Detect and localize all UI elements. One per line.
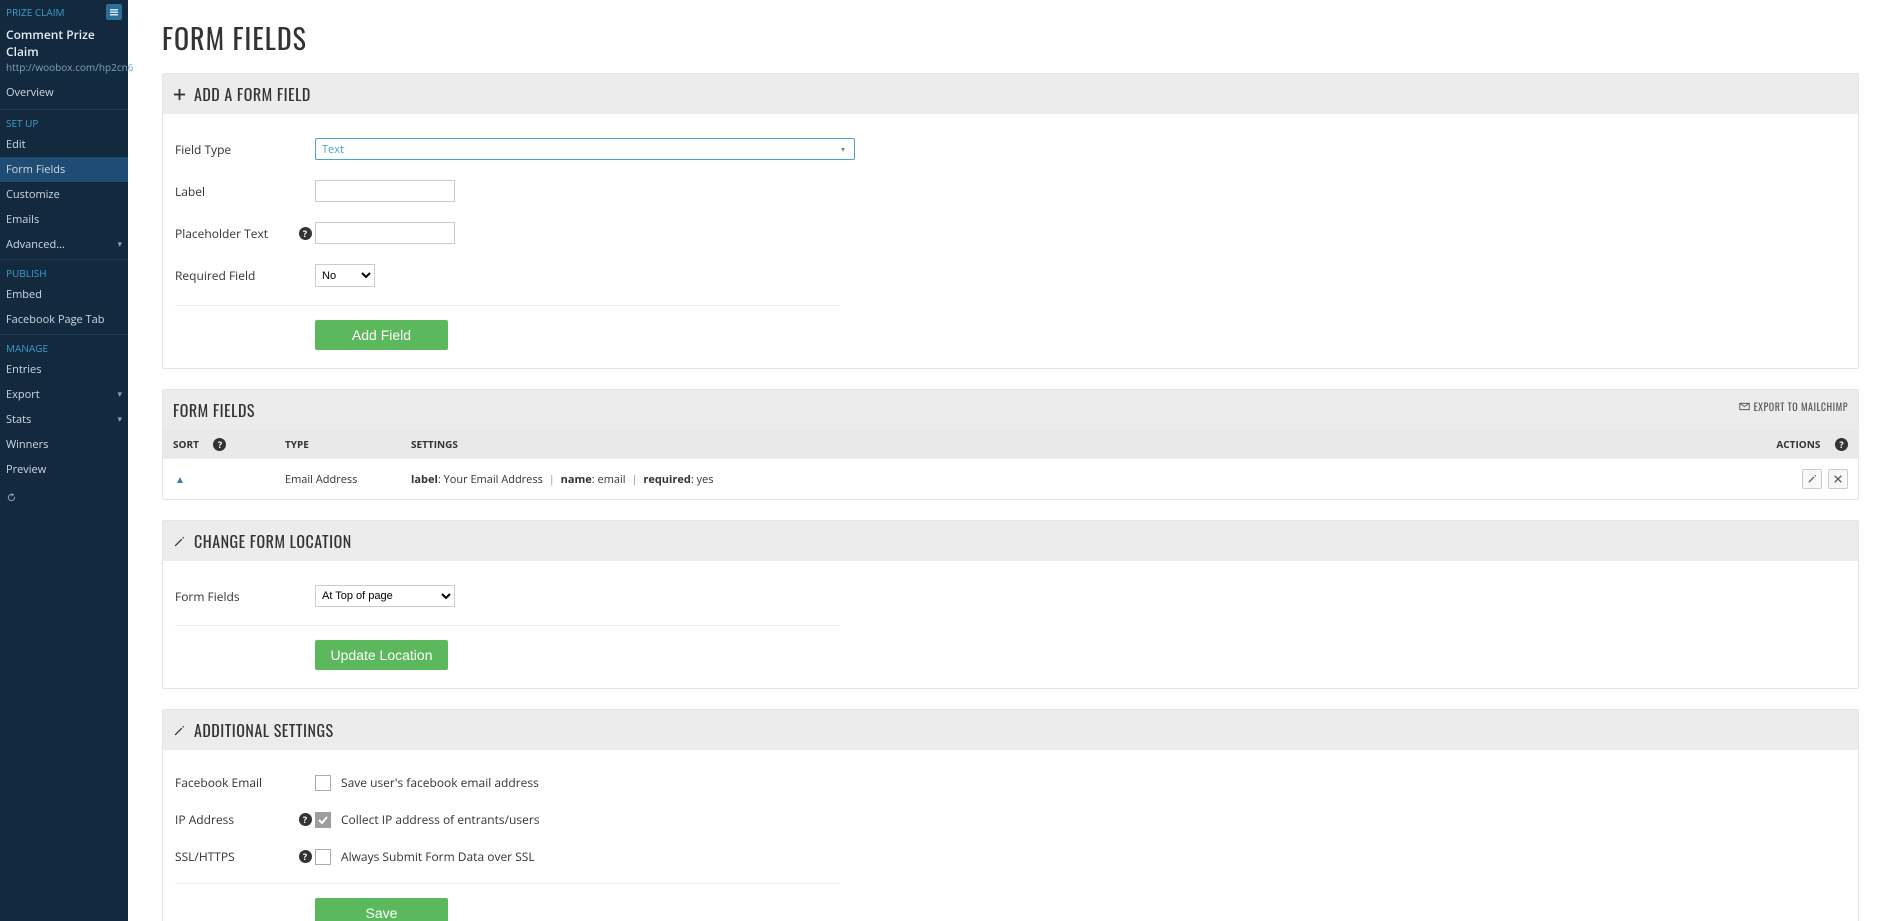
help-icon[interactable]: ? <box>299 227 312 240</box>
help-icon[interactable]: ? <box>299 850 312 863</box>
fb-email-checkbox[interactable] <box>315 775 331 791</box>
plus-icon <box>173 82 186 106</box>
export-link-label: EXPORT TO MAILCHIMP <box>1754 399 1848 414</box>
add-form-field-panel: ADD A FORM FIELD Field Type Text ▾ <box>162 73 1859 369</box>
panel-title: FORM FIELDS <box>173 398 255 422</box>
label-label: Label <box>175 183 295 200</box>
sidebar-item-export[interactable]: Export ▾ <box>0 382 128 407</box>
edit-icon <box>173 529 186 553</box>
change-location-panel: CHANGE FORM LOCATION Form Fields At Top … <box>162 520 1859 689</box>
col-actions: ACTIONS <box>1776 437 1820 451</box>
placeholder-label: Placeholder Text <box>175 225 295 242</box>
ip-address-label: IP Address <box>175 811 295 828</box>
col-settings: SETTINGS <box>411 437 458 451</box>
sidebar-item-winners[interactable]: Winners <box>0 432 128 457</box>
chevron-down-icon: ▾ <box>117 237 122 250</box>
placeholder-input[interactable] <box>315 222 455 244</box>
campaign-title: Comment Prize Claim <box>0 22 128 60</box>
ssl-text: Always Submit Form Data over SSL <box>341 848 535 865</box>
sidebar-section-setup: SET UP <box>0 109 128 132</box>
edit-row-button[interactable] <box>1802 469 1822 489</box>
chevron-down-icon: ▾ <box>117 387 122 400</box>
sort-up-icon[interactable]: ▲ <box>175 472 185 486</box>
mail-icon <box>1739 401 1750 412</box>
sidebar-item-label: Export <box>6 387 40 402</box>
fb-email-label: Facebook Email <box>175 774 295 791</box>
sidebar-item-preview[interactable]: Preview <box>0 457 128 482</box>
main-content: FORM FIELDS ADD A FORM FIELD Field Type … <box>128 0 1893 921</box>
sidebar-item-emails[interactable]: Emails <box>0 207 128 232</box>
ip-address-checkbox[interactable] <box>315 812 331 828</box>
field-type-select[interactable]: Text ▾ <box>315 138 855 160</box>
chevron-down-icon: ▾ <box>836 142 850 156</box>
required-label: Required Field <box>175 267 295 284</box>
campaign-url[interactable]: http://woobox.com/hp2cn6 <box>0 60 128 80</box>
form-location-label: Form Fields <box>175 588 295 605</box>
ssl-checkbox[interactable] <box>315 849 331 865</box>
sidebar-item-edit[interactable]: Edit <box>0 132 128 157</box>
sidebar-section-publish: PUBLISH <box>0 259 128 282</box>
sidebar-item-label: Stats <box>6 412 31 427</box>
export-mailchimp-link[interactable]: EXPORT TO MAILCHIMP <box>1739 399 1848 414</box>
sidebar-item-embed[interactable]: Embed <box>0 282 128 307</box>
sidebar-item-advanced[interactable]: Advanced... ▾ <box>0 232 128 257</box>
panel-title: ADDITIONAL SETTINGS <box>194 718 334 742</box>
sidebar-item-facebook-tab[interactable]: Facebook Page Tab <box>0 307 128 332</box>
delete-row-button[interactable] <box>1828 469 1848 489</box>
update-location-button[interactable]: Update Location <box>315 640 448 670</box>
col-type: TYPE <box>285 437 309 451</box>
required-select[interactable]: No <box>315 264 375 287</box>
edit-icon <box>173 718 186 742</box>
panel-title: CHANGE FORM LOCATION <box>194 529 352 553</box>
col-sort: SORT <box>173 437 199 451</box>
sidebar-item-stats[interactable]: Stats ▾ <box>0 407 128 432</box>
field-type-label: Field Type <box>175 141 295 158</box>
table-row: ▲ Email Address label: Your Email Addres… <box>163 458 1858 499</box>
ip-address-text: Collect IP address of entrants/users <box>341 811 539 828</box>
sidebar-item-customize[interactable]: Customize <box>0 182 128 207</box>
sidebar-item-form-fields[interactable]: Form Fields <box>0 157 128 182</box>
reload-button[interactable] <box>0 482 128 515</box>
fb-email-text: Save user's facebook email address <box>341 774 539 791</box>
sidebar: PRIZE CLAIM Comment Prize Claim http://w… <box>0 0 128 921</box>
row-type: Email Address <box>285 472 411 487</box>
help-icon[interactable]: ? <box>213 438 226 451</box>
label-input[interactable] <box>315 180 455 202</box>
page-title: FORM FIELDS <box>162 18 1859 59</box>
panel-title: ADD A FORM FIELD <box>194 82 311 106</box>
save-button[interactable]: Save <box>315 898 448 921</box>
field-type-value: Text <box>322 142 344 157</box>
help-icon[interactable]: ? <box>299 813 312 826</box>
help-icon[interactable]: ? <box>1835 438 1848 451</box>
sidebar-item-label: Advanced... <box>6 237 65 252</box>
form-location-select[interactable]: At Top of page <box>315 585 455 607</box>
collapse-sidebar-icon[interactable] <box>106 4 122 20</box>
add-field-button[interactable]: Add Field <box>315 320 448 350</box>
chevron-down-icon: ▾ <box>117 412 122 425</box>
ssl-label: SSL/HTTPS <box>175 848 295 865</box>
table-header: SORT ? TYPE SETTINGS ACTIONS ? <box>163 430 1858 458</box>
sidebar-top-label: PRIZE CLAIM <box>6 5 65 19</box>
sidebar-section-manage: MANAGE <box>0 334 128 357</box>
form-fields-panel: FORM FIELDS EXPORT TO MAILCHIMP SORT ? T… <box>162 389 1859 500</box>
sidebar-item-entries[interactable]: Entries <box>0 357 128 382</box>
row-settings: label: Your Email Address | name: email … <box>411 472 1708 487</box>
sidebar-item-overview[interactable]: Overview <box>0 80 128 105</box>
additional-settings-panel: ADDITIONAL SETTINGS Facebook Email Save … <box>162 709 1859 921</box>
